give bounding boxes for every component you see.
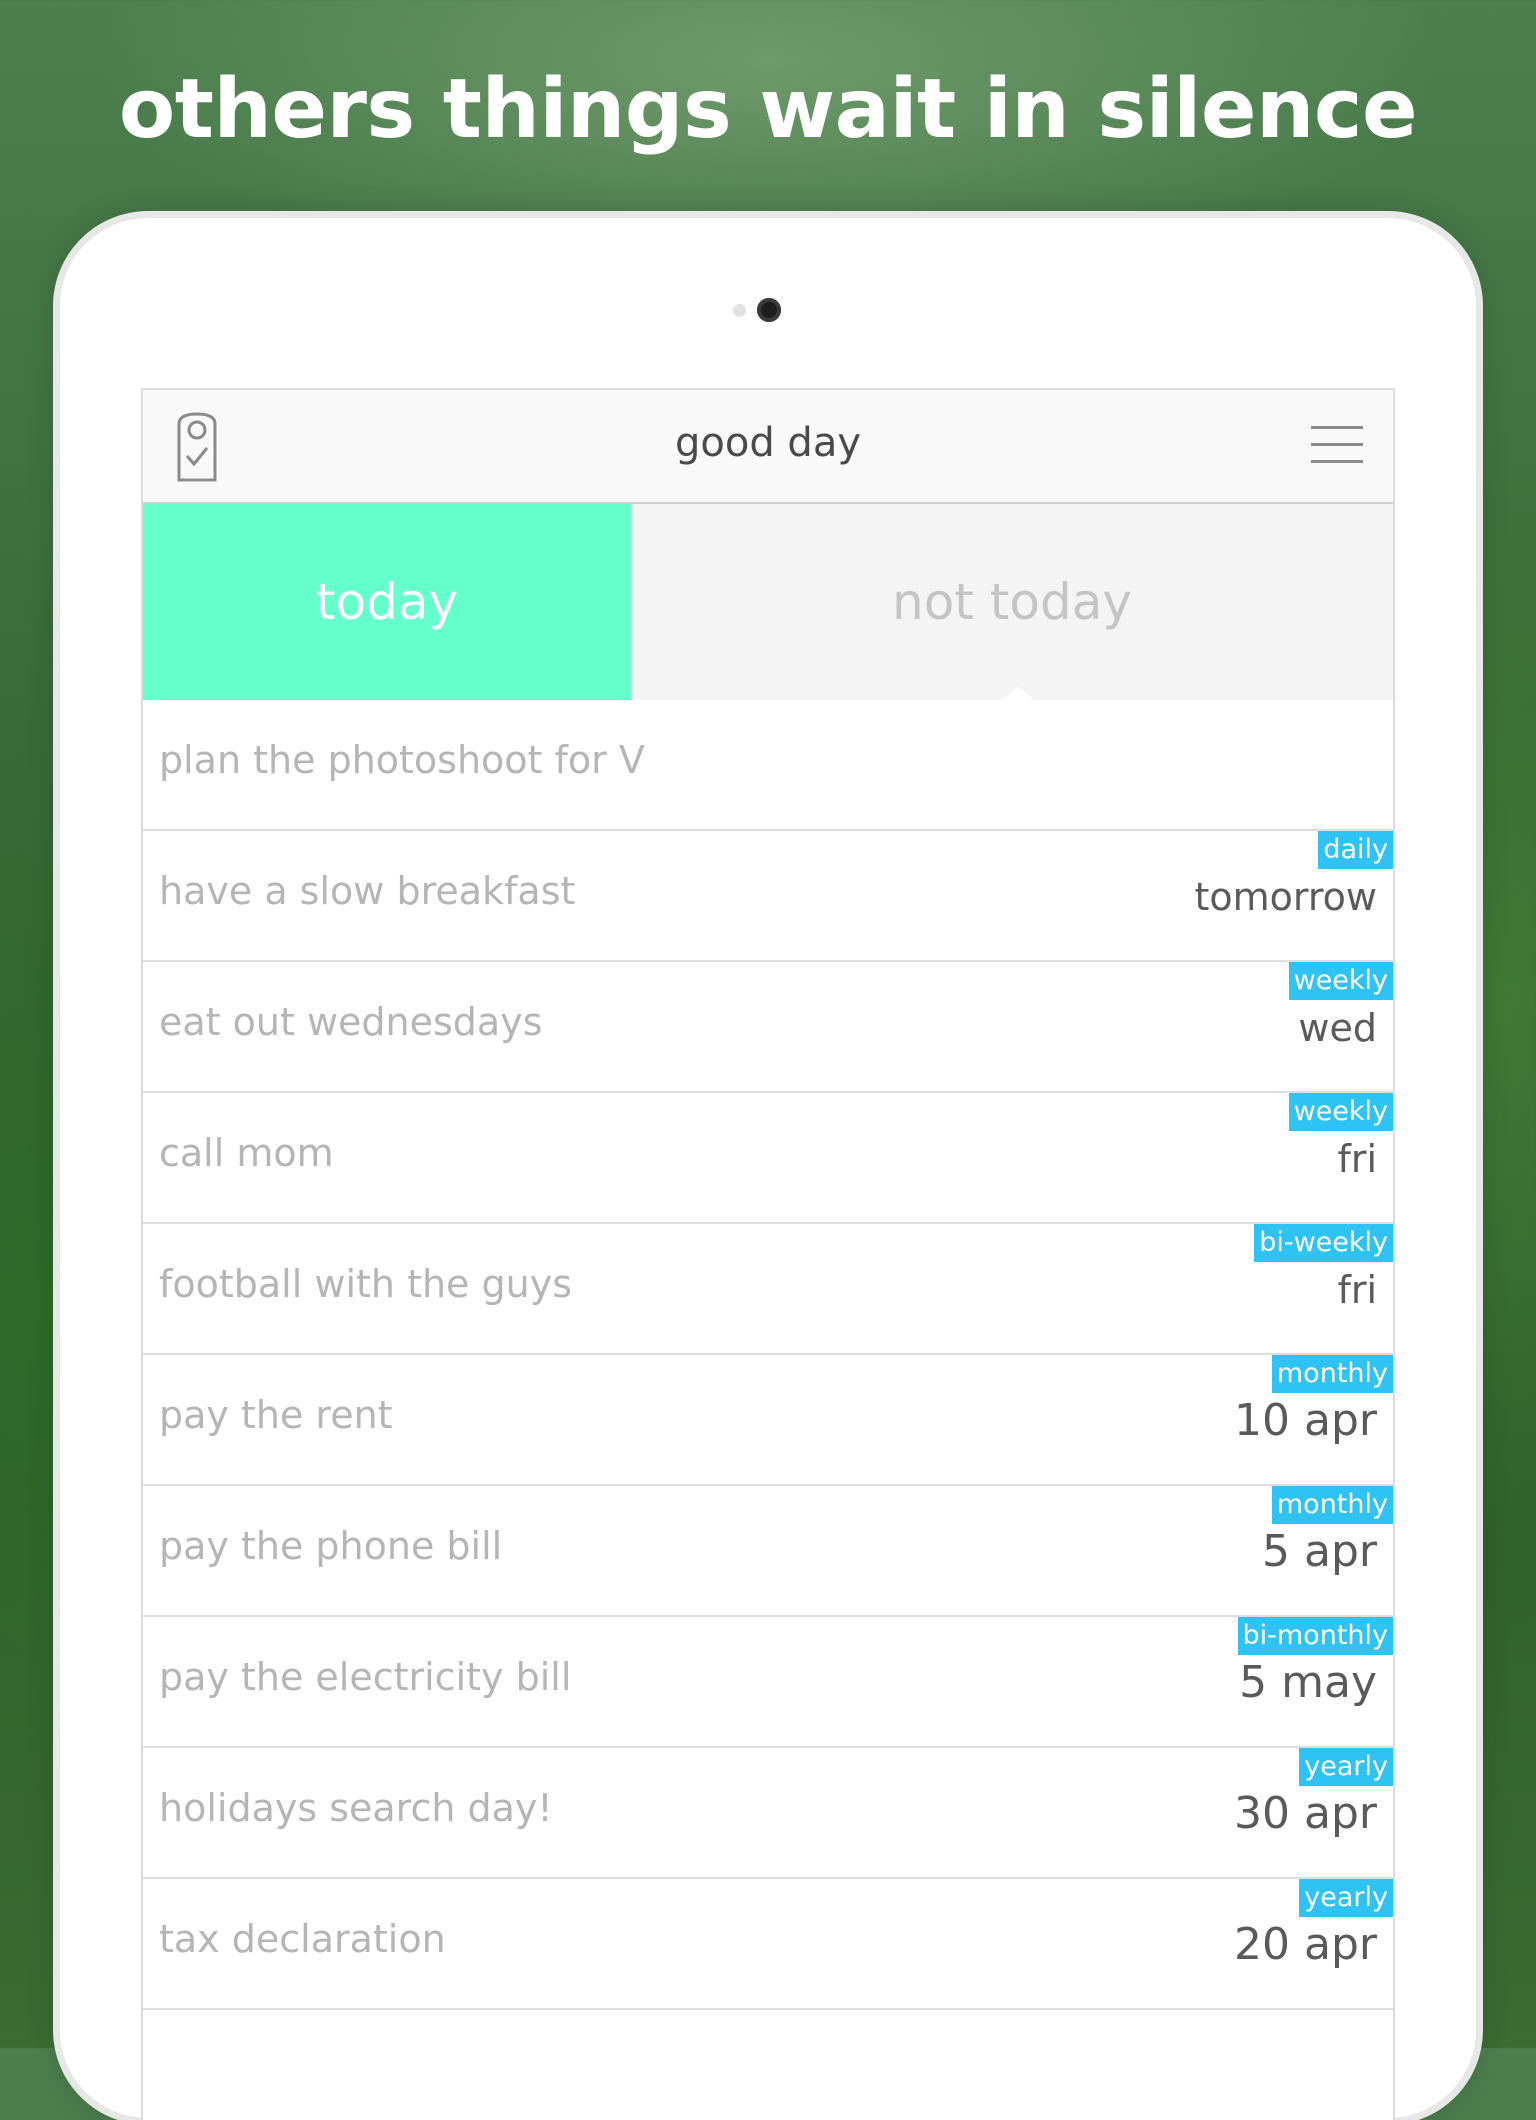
- task-title: pay the rent: [159, 1393, 393, 1437]
- list-item[interactable]: call mom weekly fri: [143, 1093, 1393, 1224]
- task-title: pay the electricity bill: [159, 1655, 572, 1699]
- tab-not-today[interactable]: not today: [631, 504, 1393, 700]
- tab-pointer: [1002, 686, 1034, 700]
- due-date: 30 apr: [1234, 1788, 1377, 1839]
- frequency-badge: weekly: [1288, 962, 1393, 1000]
- task-list: plan the photoshoot for V have a slow br…: [143, 700, 1393, 2010]
- list-item[interactable]: football with the guys bi-weekly fri: [143, 1224, 1393, 1355]
- task-title: plan the photoshoot for V: [159, 738, 645, 782]
- tab-today[interactable]: today: [143, 504, 631, 700]
- due-date: 20 apr: [1234, 1919, 1377, 1970]
- app-title: good day: [674, 420, 861, 466]
- list-item[interactable]: holidays search day! yearly 30 apr: [143, 1748, 1393, 1879]
- list-item[interactable]: plan the photoshoot for V: [143, 700, 1393, 831]
- due-date: 10 apr: [1234, 1395, 1377, 1446]
- task-title: football with the guys: [159, 1262, 573, 1306]
- list-item[interactable]: eat out wednesdays weekly wed: [143, 962, 1393, 1093]
- frequency-badge: yearly: [1299, 1748, 1393, 1786]
- headline: others things wait in silence: [118, 62, 1418, 157]
- frequency-badge: yearly: [1299, 1879, 1393, 1917]
- task-title: tax declaration: [159, 1917, 446, 1961]
- due-date: 5 apr: [1262, 1526, 1377, 1577]
- task-title: eat out wednesdays: [159, 1000, 543, 1044]
- tab-bar: today not today: [143, 504, 1393, 700]
- task-title: holidays search day!: [159, 1786, 553, 1830]
- list-item[interactable]: tax declaration yearly 20 apr: [143, 1879, 1393, 2010]
- due-date: fri: [1337, 1137, 1377, 1181]
- app-screen: good day today not today plan the photos…: [141, 388, 1395, 2120]
- list-item[interactable]: have a slow breakfast daily tomorrow: [143, 831, 1393, 962]
- frequency-badge: bi-weekly: [1254, 1224, 1393, 1262]
- due-date: tomorrow: [1194, 875, 1378, 919]
- due-date: fri: [1337, 1268, 1377, 1312]
- task-title: have a slow breakfast: [159, 869, 576, 913]
- frequency-badge: daily: [1318, 831, 1393, 869]
- list-item[interactable]: pay the electricity bill bi-monthly 5 ma…: [143, 1617, 1393, 1748]
- frequency-badge: monthly: [1271, 1486, 1393, 1524]
- task-title: call mom: [159, 1131, 334, 1175]
- frequency-badge: weekly: [1288, 1093, 1393, 1131]
- camera-icon: [757, 298, 781, 322]
- navbar: good day: [143, 390, 1393, 504]
- sensor-dot: [733, 304, 746, 317]
- list-item[interactable]: pay the phone bill monthly 5 apr: [143, 1486, 1393, 1617]
- list-item[interactable]: pay the rent monthly 10 apr: [143, 1355, 1393, 1486]
- due-date: 5 may: [1239, 1657, 1377, 1708]
- due-date: wed: [1298, 1006, 1377, 1050]
- task-title: pay the phone bill: [159, 1524, 503, 1568]
- frequency-badge: bi-monthly: [1237, 1617, 1393, 1655]
- hamburger-menu-icon[interactable]: [1311, 426, 1363, 468]
- frequency-badge: monthly: [1271, 1355, 1393, 1393]
- tablet-device: good day today not today plan the photos…: [60, 218, 1476, 2120]
